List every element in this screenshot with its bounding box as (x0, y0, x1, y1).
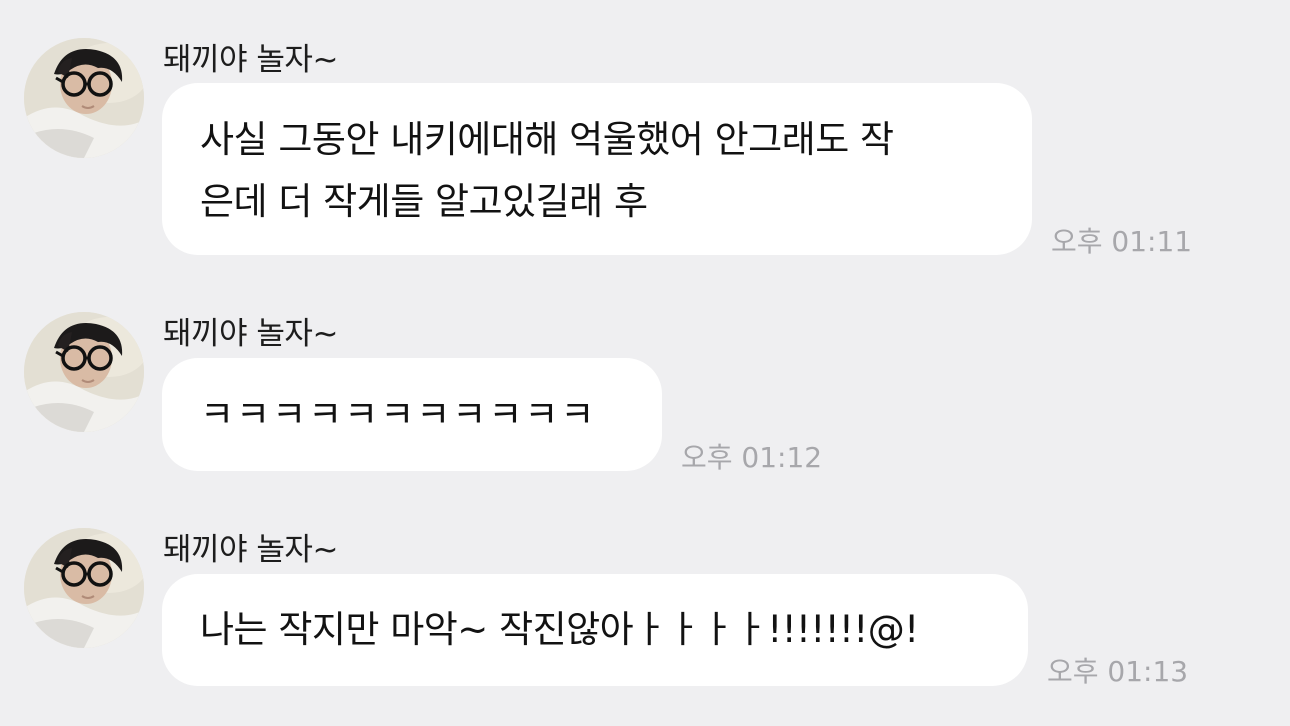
avatar[interactable] (24, 38, 144, 158)
message-timestamp: 오후 01:11 (1051, 225, 1193, 258)
message-text: 나는 작지만 마악~ 작진않아ㅏㅏㅏㅏ!!!!!!!@! (200, 608, 919, 651)
message-timestamp: 오후 01:13 (1047, 655, 1189, 688)
profile-photo-icon (24, 38, 144, 158)
sender-name: 돼끼야 놀자~ (163, 316, 338, 352)
message-text: 사실 그동안 내키에대해 억울했어 안그래도 작 (200, 118, 894, 161)
message-timestamp: 오후 01:12 (681, 441, 823, 474)
avatar[interactable] (24, 312, 144, 432)
message-text: ㅋㅋㅋㅋㅋㅋㅋㅋㅋㅋㅋ (200, 393, 597, 436)
avatar[interactable] (24, 528, 144, 648)
message-bubble[interactable]: 나는 작지만 마악~ 작진않아ㅏㅏㅏㅏ!!!!!!!@! (162, 574, 1028, 686)
sender-name: 돼끼야 놀자~ (163, 42, 338, 78)
message-bubble[interactable]: ㅋㅋㅋㅋㅋㅋㅋㅋㅋㅋㅋ (162, 358, 662, 471)
profile-photo-icon (24, 312, 144, 432)
message-bubble[interactable]: 사실 그동안 내키에대해 억울했어 안그래도 작 은데 더 작게들 알고있길래 … (162, 83, 1032, 255)
message-text: 은데 더 작게들 알고있길래 후 (200, 180, 648, 223)
profile-photo-icon (24, 528, 144, 648)
sender-name: 돼끼야 놀자~ (163, 532, 338, 568)
chat-screen: { "messages": [ { "sender": "돼끼야 놀자~", "… (0, 0, 1290, 726)
